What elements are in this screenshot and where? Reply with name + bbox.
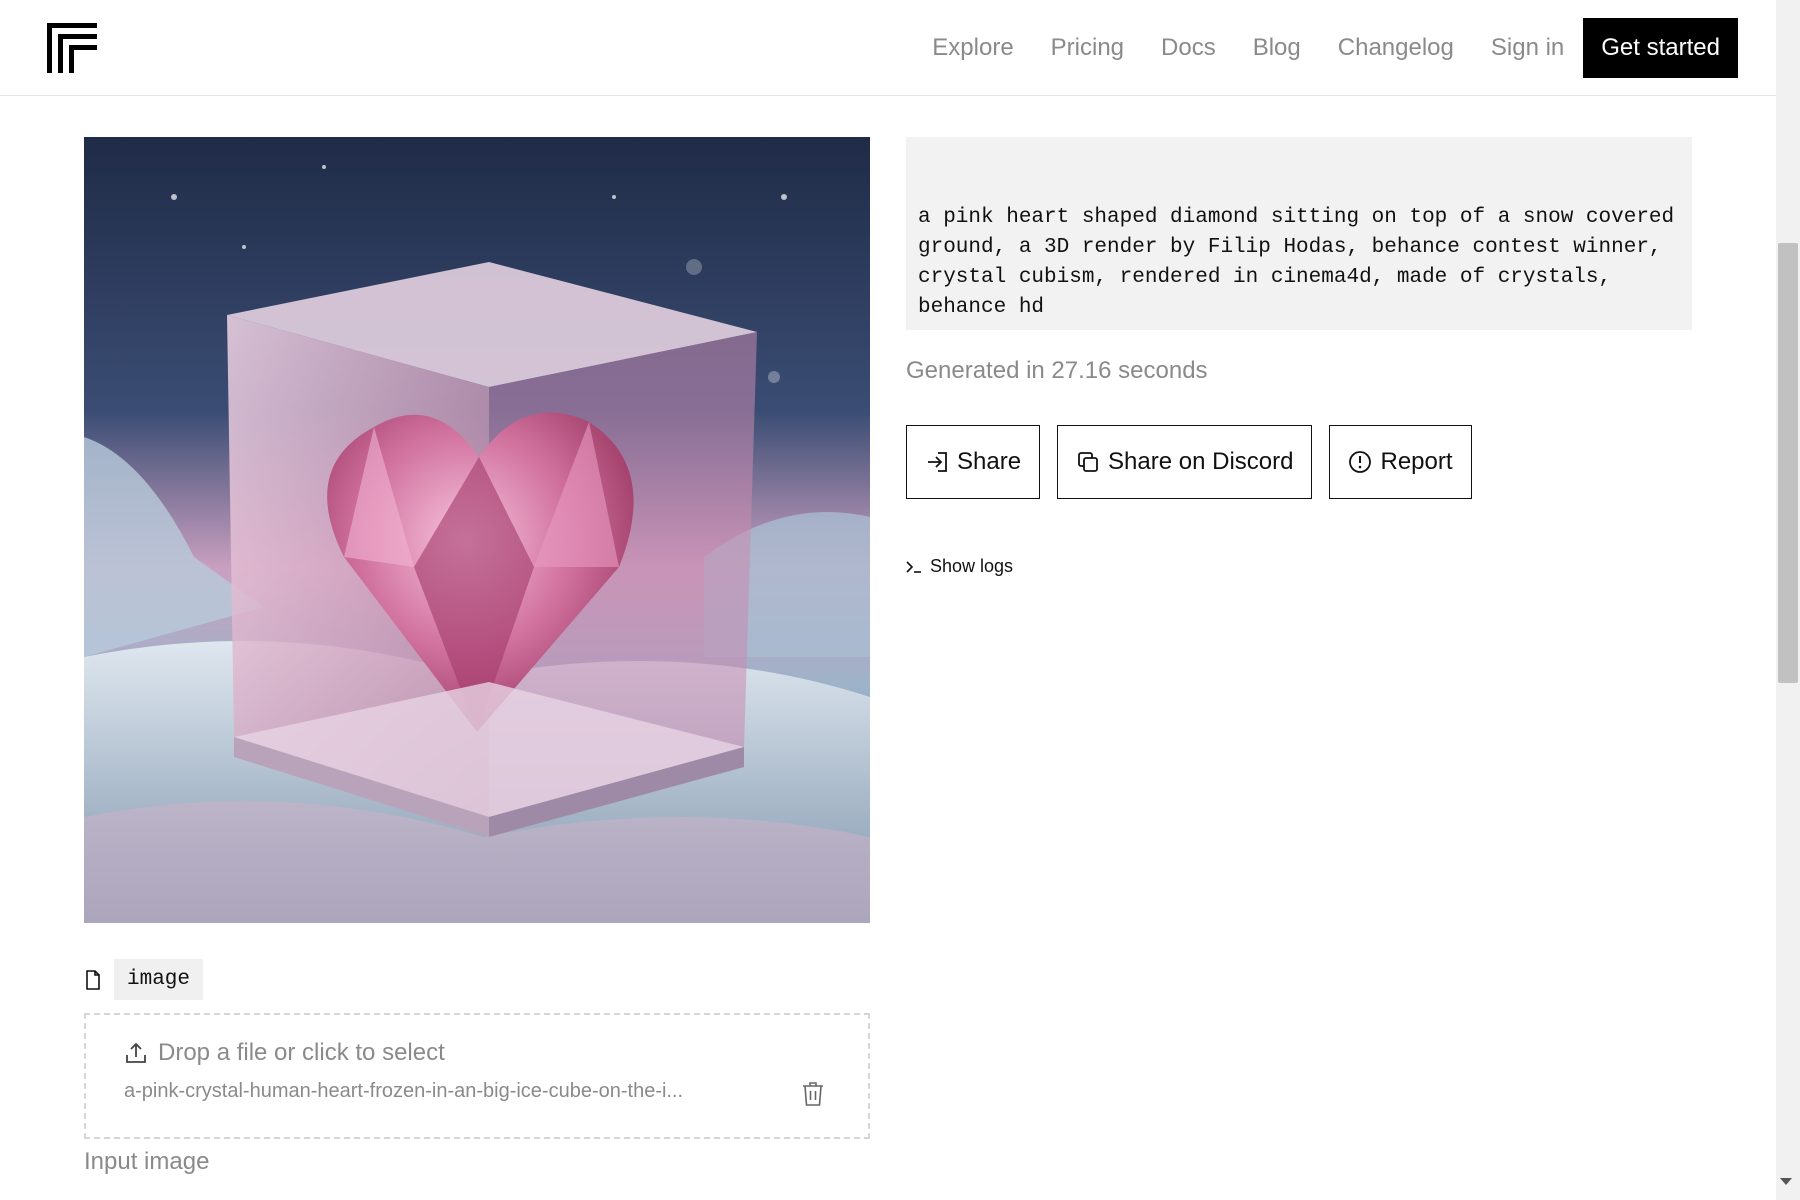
nav-changelog-link[interactable]: Changelog: [1338, 34, 1454, 62]
nav-sign-in-link[interactable]: Sign in: [1491, 34, 1564, 62]
input-field-label: Input image: [84, 1148, 210, 1175]
report-button-label: Report: [1380, 448, 1453, 475]
crystal-heart-ice-cube-image: [84, 137, 870, 923]
share-on-discord-button[interactable]: Share on Discord: [1057, 425, 1313, 499]
trash-icon[interactable]: [801, 1081, 825, 1107]
show-logs-label: Show logs: [930, 556, 1014, 576]
share-on-discord-label: Share on Discord: [1108, 448, 1294, 475]
dropzone-label: Drop a file or click to select: [158, 1039, 445, 1066]
report-button[interactable]: Report: [1329, 425, 1472, 499]
show-logs-toggle[interactable]: Show logs: [906, 556, 1013, 577]
share-button[interactable]: Share: [906, 425, 1041, 499]
output-image[interactable]: [84, 137, 870, 923]
nav-pricing-link[interactable]: Pricing: [1051, 34, 1124, 62]
file-icon: [86, 970, 100, 990]
nav-blog-link[interactable]: Blog: [1253, 34, 1301, 62]
action-buttons: Share Share on Discord Report: [906, 425, 1489, 499]
file-dropzone[interactable]: Drop a file or click to select a-pink-cr…: [84, 1013, 870, 1139]
upload-icon: [126, 1042, 146, 1063]
nav-docs-link[interactable]: Docs: [1161, 34, 1216, 62]
brand-logo-icon[interactable]: [47, 23, 97, 73]
main-nav: Explore Pricing Docs Blog Changelog Sign…: [895, 18, 1738, 78]
scrollbar-thumb[interactable]: [1778, 243, 1798, 683]
generation-time: Generated in 27.16 seconds: [906, 357, 1208, 384]
selected-file-name: a-pink-crystal-human-heart-frozen-in-an-…: [124, 1080, 684, 1102]
param-name-tag: image: [114, 959, 204, 1000]
get-started-button[interactable]: Get started: [1583, 18, 1738, 78]
share-button-label: Share: [957, 448, 1022, 475]
nav-explore-link[interactable]: Explore: [932, 34, 1013, 62]
prompt-output-text: a pink heart shaped diamond sitting on t…: [906, 137, 1692, 330]
scroll-down-arrow-icon[interactable]: [1780, 1178, 1792, 1185]
terminal-icon: [906, 560, 921, 573]
copy-icon: [1078, 452, 1098, 472]
top-navbar: Explore Pricing Docs Blog Changelog Sign…: [0, 0, 1776, 96]
alert-circle-icon: [1349, 451, 1372, 473]
share-arrow-icon: [928, 452, 947, 472]
